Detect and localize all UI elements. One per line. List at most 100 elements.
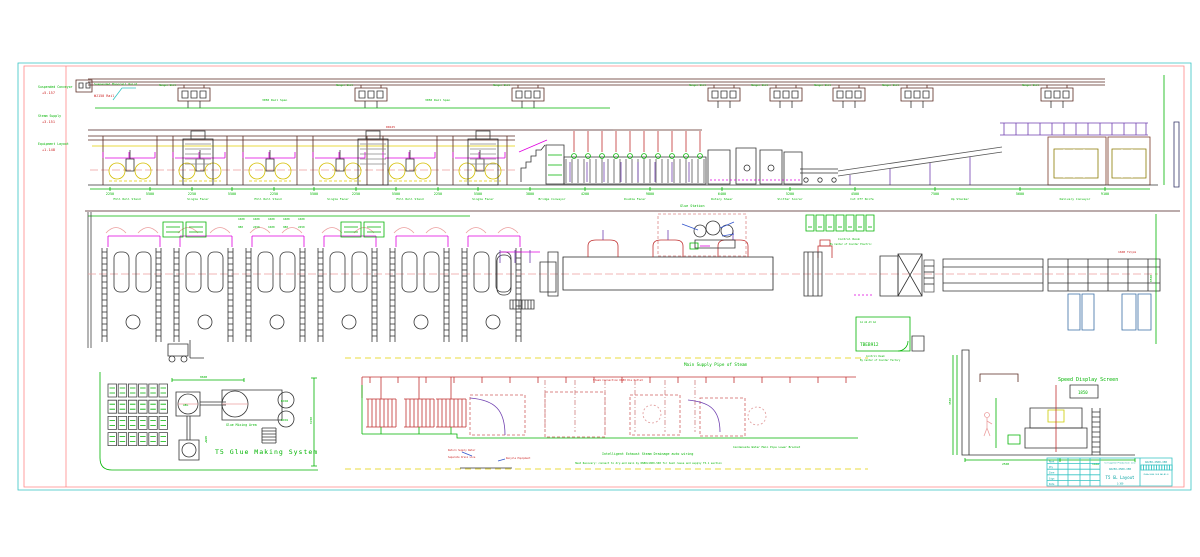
wall-section <box>962 350 969 455</box>
equipment-outline <box>630 395 680 435</box>
mixer-code: ABL <box>183 403 189 407</box>
starch-pallet <box>108 416 117 429</box>
down-stackers <box>1048 137 1150 185</box>
starch-pallet <box>139 400 148 413</box>
paper-roll <box>415 163 431 179</box>
starch-pallet <box>139 433 148 446</box>
conveyor-band <box>597 255 602 292</box>
stacker-bridge <box>1000 123 1148 135</box>
glue-system-title: T5 Glue Making System <box>215 448 318 456</box>
corrugating-units <box>101 136 509 185</box>
cross-section-view: 3500 Speed Display Screen 1850 <box>948 350 1135 466</box>
detail-cell <box>867 327 872 333</box>
equipment-outline <box>470 395 525 435</box>
pallet-stacks <box>1062 294 1151 330</box>
hanger-note: Hanger Unit <box>814 83 832 87</box>
access-ladder <box>1092 408 1100 455</box>
detail-row: A1 A2 A3 A4 <box>860 321 876 324</box>
starch-pallet <box>108 384 117 397</box>
display-value: 1850 <box>1078 390 1088 395</box>
plan-right-dim-value: 6500 <box>1149 275 1153 282</box>
dim-value: 4200 <box>581 192 589 196</box>
control-desk <box>846 215 854 231</box>
paper-roll-plan <box>136 252 151 292</box>
heater-coil <box>404 377 434 434</box>
window-top-edge <box>0 0 1200 3</box>
conveyor-band <box>697 255 702 292</box>
glue-tower-lines <box>548 155 562 175</box>
hanger-note: Hanger Unit <box>493 83 511 87</box>
plan-unit <box>246 213 305 342</box>
board-stack <box>1054 149 1098 178</box>
hoist-cell <box>86 83 90 88</box>
equipment-outline <box>700 398 745 436</box>
bridge-chords <box>88 136 515 140</box>
detail-caption2: By Center of Counter Factory <box>860 359 901 362</box>
drainage-title: Intelligent Exhaust Steam Drainage auto … <box>602 452 693 456</box>
detail-code: TBEB912 <box>860 342 879 348</box>
control-room-label: Control Room <box>838 237 860 241</box>
paper-roll <box>319 163 335 179</box>
hanger-units: Hanger Unit Hanger Unit Hanger Unit Hanger … <box>159 83 1073 108</box>
dim-value: 5500 <box>310 192 318 196</box>
fold-mark <box>0 28 5 34</box>
steam-hook <box>588 230 618 257</box>
paper-roll-plan <box>114 252 129 292</box>
title-block-cells <box>1141 465 1172 470</box>
station-name: Rotary Shear <box>711 197 733 201</box>
station-name: Mill Roll Stand <box>113 197 140 201</box>
glue-dim-top <box>172 378 244 382</box>
outfeed-conveyors <box>943 259 1162 291</box>
condensate-main <box>362 434 858 438</box>
cyan-leader <box>113 88 136 100</box>
dim-value: 3800 <box>526 192 534 196</box>
valve <box>991 438 995 442</box>
starch-pallet <box>149 433 158 446</box>
cad-drawing-canvas: Hanger Unit Hanger Unit Hanger Unit Hanger … <box>0 0 1200 557</box>
cad-drawing-viewport: Hanger Unit Hanger Unit Hanger Unit Hanger … <box>0 0 1200 557</box>
dim-value: 2250 <box>188 192 196 196</box>
station-name: Cut Off Knife <box>850 197 874 201</box>
corrugating-unit <box>311 136 369 185</box>
board-stack <box>1112 149 1146 178</box>
tb-code-big: WJ250-2500-I5B <box>1145 460 1167 464</box>
red-label-text: Separate Drain Line <box>448 456 476 459</box>
glue-dim-top-value: 8600 <box>200 375 207 379</box>
title-block-rows: MarkQtyZoneSignDate <box>1049 461 1055 486</box>
glue-pump <box>179 416 199 460</box>
starch-pallet <box>108 433 117 446</box>
glue-making-system: 8600 6200 ABL Glue Mixing Area BCN2 BCN1 <box>100 372 318 470</box>
tbeb-detail-box: A1 A2 A3 A4 TBEB912 Control Desk By Cent… <box>856 317 924 362</box>
plan-dim: 980 <box>283 225 288 229</box>
hanger-unit: Hanger Unit <box>1022 83 1073 108</box>
dim-value: 5500 <box>474 192 482 196</box>
purple-pipe <box>688 400 720 432</box>
control-desk <box>866 215 874 231</box>
starch-pallet-grid <box>108 384 168 446</box>
plan-left-wall <box>88 212 91 348</box>
plan-dim: 1600 <box>283 217 290 221</box>
tb-scale: 1:100 <box>1117 483 1124 486</box>
incline-conveyor <box>838 147 1002 185</box>
dim-value: 2250 <box>434 192 442 196</box>
note: WJ150 Rail <box>94 94 114 98</box>
margin-label: Equipment Layout+1.148 <box>38 142 69 152</box>
starch-pallet <box>159 400 168 413</box>
glue-station-label: Glue Station <box>680 204 705 208</box>
starch-pallet <box>118 384 127 397</box>
tank-label: BCN1 <box>281 418 288 422</box>
plan-unit <box>102 213 161 342</box>
hanger-note: Hanger Unit <box>336 83 354 87</box>
pump-tag: WXBF <box>204 436 208 443</box>
starch-pallet <box>139 384 148 397</box>
dim-value: 5500 <box>228 192 236 196</box>
paper-roll <box>459 163 475 179</box>
starch-pallet <box>159 416 168 429</box>
conveyor-band <box>631 255 636 292</box>
elevation-view: Hanger Unit Hanger Unit Hanger Unit Hanger … <box>38 75 1179 201</box>
plan-dim: 980 <box>238 225 243 229</box>
floor-conveyor <box>800 169 838 182</box>
title-block: MarkQtyZoneSignDate Corrugated Productio… <box>1047 458 1172 486</box>
detail-cell <box>895 327 900 333</box>
double-facer-base <box>564 178 706 183</box>
